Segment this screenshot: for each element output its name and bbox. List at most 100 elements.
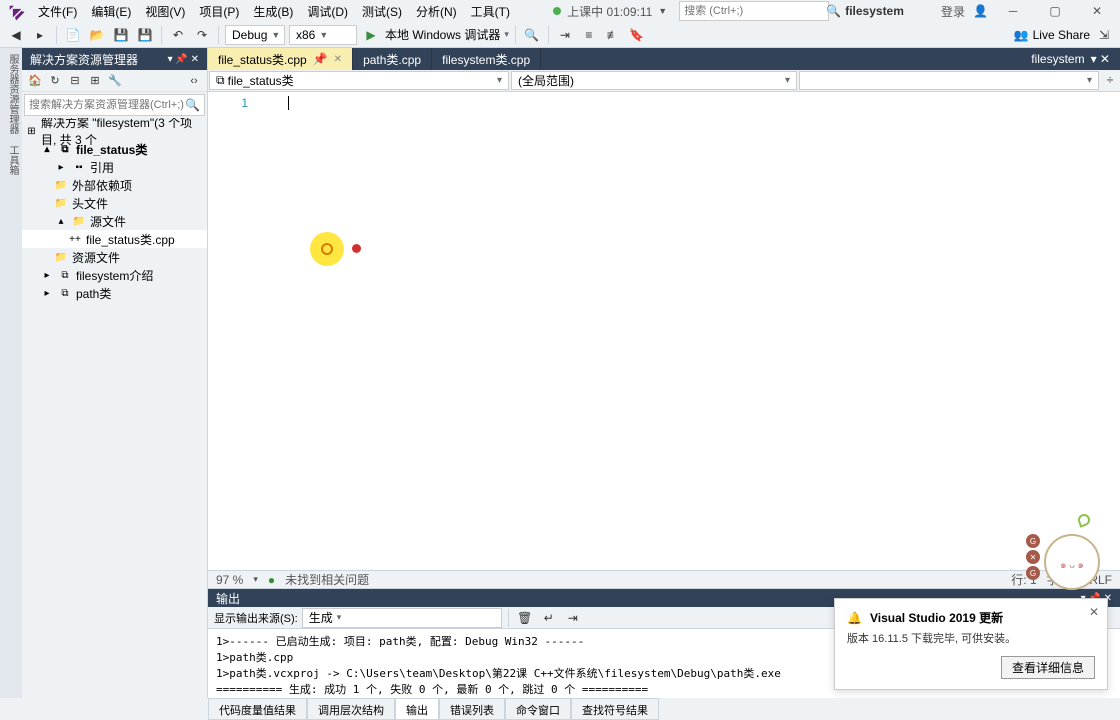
output-wrap-button[interactable]: ↵ — [539, 608, 559, 628]
notif-body: 版本 16.11.5 下载完毕, 可供安装。 — [847, 630, 1095, 646]
zoom-level[interactable]: 97 % — [216, 573, 243, 587]
update-notification: ✕ 🔔Visual Studio 2019 更新 版本 16.11.5 下载完毕… — [834, 598, 1108, 690]
editor-tab-1[interactable]: file_status类.cpp📌✕ — [208, 48, 353, 70]
project-filesystem-intro[interactable]: ▸⧉filesystem介绍 — [22, 266, 207, 284]
btab-findsym[interactable]: 查找符号结果 — [571, 698, 659, 720]
run-label[interactable]: 本地 Windows 调试器 — [385, 26, 500, 43]
notif-close-icon[interactable]: ✕ — [1089, 605, 1099, 619]
project-icon: ⧉ — [58, 270, 72, 281]
save-all-button[interactable]: 💾 — [135, 25, 155, 45]
quick-search[interactable]: 🔍 — [679, 1, 829, 21]
show-all-icon[interactable]: ⊞ — [86, 72, 104, 90]
vs-logo — [2, 0, 27, 24]
home-icon[interactable]: 🏠 — [26, 72, 44, 90]
scope-class-combo[interactable]: ⧉ file_status类▾ — [209, 71, 509, 90]
open-button[interactable]: 📂 — [87, 25, 107, 45]
external-deps-node[interactable]: 📁外部依赖项 — [22, 176, 207, 194]
project-path[interactable]: ▸⧉path类 — [22, 284, 207, 302]
btab-output[interactable]: 输出 — [395, 698, 439, 720]
view-code-icon[interactable]: ‹› — [185, 72, 203, 90]
resources-node[interactable]: 📁资源文件 — [22, 248, 207, 266]
code-area[interactable] — [258, 92, 1120, 570]
explorer-search[interactable]: 🔍 — [24, 94, 205, 116]
menu-build[interactable]: 生成(B) — [247, 1, 299, 22]
uncomment-button[interactable]: ≢ — [603, 25, 623, 45]
minimize-button[interactable]: ─ — [996, 0, 1030, 22]
output-source-combo[interactable]: 生成▾ — [302, 608, 502, 628]
new-file-button[interactable]: 📄 — [63, 25, 83, 45]
cursor-highlight-overlay — [310, 232, 344, 266]
recording-indicator[interactable]: 上课中 01:09:11 ▼ — [553, 3, 667, 20]
dropdown-icon[interactable]: ▾ ✕ — [1091, 52, 1110, 66]
menu-debug[interactable]: 调试(D) — [301, 1, 354, 22]
menu-tools[interactable]: 工具(T) — [465, 1, 516, 22]
btab-callhier[interactable]: 调用层次结构 — [307, 698, 395, 720]
output-clear-button[interactable]: 🗑 — [515, 608, 535, 628]
references-node[interactable]: ▸▪▪引用 — [22, 158, 207, 176]
collapse-icon[interactable]: ⊟ — [66, 72, 84, 90]
status-ok-icon: ● — [268, 573, 275, 587]
user-icon[interactable]: 👤 — [973, 4, 988, 18]
pin-icon[interactable]: 📌 — [313, 52, 328, 66]
left-tool-rail[interactable]: 服务器资源管理器 工具箱 — [0, 48, 22, 698]
search-icon[interactable]: 🔍 — [826, 4, 841, 18]
step-button[interactable]: ⇥ — [555, 25, 575, 45]
btab-command[interactable]: 命令窗口 — [505, 698, 571, 720]
editor-tab-3[interactable]: filesystem类.cpp — [432, 48, 541, 70]
menu-test[interactable]: 测试(S) — [356, 1, 408, 22]
menu-project[interactable]: 项目(P) — [193, 1, 245, 22]
collapse-arrow-icon[interactable]: ▴ — [40, 144, 54, 155]
chevron-down-icon[interactable]: ▼ — [658, 6, 667, 16]
redo-button[interactable]: ↷ — [192, 25, 212, 45]
scope-member-combo[interactable]: (全局范围)▾ — [511, 71, 797, 90]
menu-edit[interactable]: 编辑(E) — [85, 1, 137, 22]
solution-title: filesystem — [845, 4, 904, 18]
properties-icon[interactable]: 🔧 — [106, 72, 124, 90]
collapse-arrow-icon[interactable]: ▴ — [54, 216, 68, 227]
menu-view[interactable]: 视图(V) — [139, 1, 191, 22]
close-button[interactable]: ✕ — [1080, 0, 1114, 22]
config-combo[interactable]: Debug▼ — [225, 25, 285, 45]
headers-node[interactable]: 📁头文件 — [22, 194, 207, 212]
editor-tab-2[interactable]: path类.cpp — [353, 48, 432, 70]
undo-button[interactable]: ↶ — [168, 25, 188, 45]
folder-icon: 📁 — [54, 252, 68, 263]
find-button[interactable]: 🔍 — [522, 25, 542, 45]
maximize-button[interactable]: ▢ — [1038, 0, 1072, 22]
start-debug-button[interactable]: ▶ — [361, 25, 381, 45]
liveshare-more[interactable]: ⇲ — [1094, 25, 1114, 45]
scope-right-combo[interactable]: ▾ — [799, 71, 1099, 90]
btab-errorlist[interactable]: 错误列表 — [439, 698, 505, 720]
close-tab-icon[interactable]: ✕ — [334, 54, 342, 65]
btab-metrics[interactable]: 代码度量值结果 — [208, 698, 307, 720]
comment-button[interactable]: ≡ — [579, 25, 599, 45]
output-next-button[interactable]: ⇥ — [563, 608, 583, 628]
explorer-title: 解决方案资源管理器 — [30, 51, 138, 68]
explorer-pin-icon[interactable]: ▾ 📌 ✕ — [168, 54, 199, 65]
sync-icon[interactable]: ↻ — [46, 72, 64, 90]
explorer-search-input[interactable] — [29, 99, 185, 111]
login-link[interactable]: 登录 — [941, 3, 965, 20]
split-button[interactable]: ÷ — [1100, 70, 1120, 90]
notif-details-button[interactable]: 查看详细信息 — [1001, 656, 1095, 679]
save-button[interactable]: 💾 — [111, 25, 131, 45]
quick-search-input[interactable] — [684, 5, 826, 17]
source-node[interactable]: ▴📁源文件 — [22, 212, 207, 230]
text-cursor — [288, 96, 289, 110]
forward-button[interactable]: ▸ — [30, 25, 50, 45]
source-file-item[interactable]: ++file_status类.cpp — [22, 230, 207, 248]
platform-combo[interactable]: x86▼ — [289, 25, 357, 45]
liveshare-label[interactable]: Live Share — [1033, 28, 1090, 42]
back-button[interactable]: ◀ — [6, 25, 26, 45]
status-issues[interactable]: 未找到相关问题 — [285, 571, 369, 588]
bell-icon: 🔔 — [847, 611, 862, 625]
solution-node[interactable]: ⊞解决方案 "filesystem"(3 个项目, 共 3 个 — [22, 122, 207, 140]
menu-file[interactable]: 文件(F) — [32, 1, 83, 22]
bookmark-button[interactable]: 🔖 — [627, 25, 647, 45]
search-icon[interactable]: 🔍 — [185, 98, 200, 112]
menu-analyze[interactable]: 分析(N) — [410, 1, 463, 22]
liveshare-icon[interactable]: 👥 — [1014, 28, 1029, 42]
ref-icon: ▪▪ — [72, 162, 86, 173]
editor-tab-right[interactable]: filesystem▾ ✕ — [1021, 48, 1120, 70]
mascot[interactable]: ๑ ᴗ ๑ — [1030, 520, 1100, 590]
